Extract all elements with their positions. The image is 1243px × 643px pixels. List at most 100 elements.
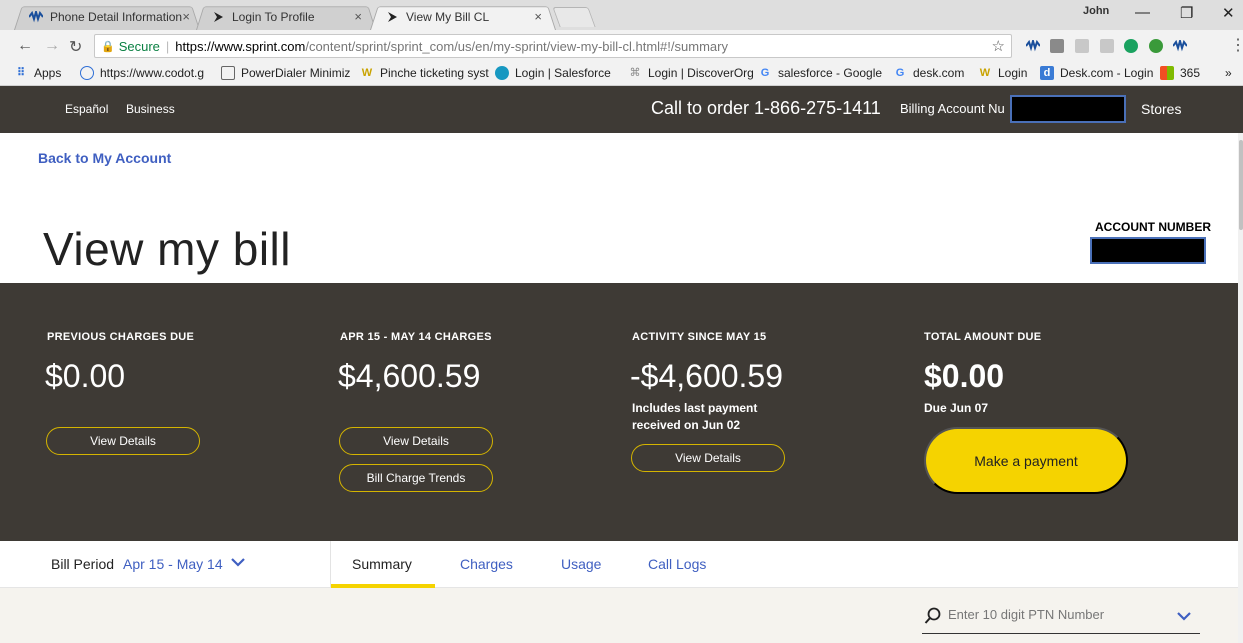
w-logo-icon: W xyxy=(361,67,373,79)
grammarly-icon[interactable] xyxy=(1124,39,1138,53)
account-number-label: ACCOUNT NUMBER xyxy=(1095,220,1211,234)
separator: | xyxy=(165,38,170,54)
globe-icon xyxy=(80,66,94,80)
scrollbar-thumb[interactable] xyxy=(1239,140,1243,230)
previous-view-details-button[interactable]: View Details xyxy=(46,427,200,455)
bookmark-item[interactable]: https://www.codot.g xyxy=(80,66,204,80)
profile-name[interactable]: John xyxy=(1083,5,1109,17)
bookmark-item[interactable]: W Login xyxy=(978,66,1028,80)
tab-title: Login To Profile xyxy=(232,10,315,24)
chevron-down-icon[interactable] xyxy=(230,554,246,570)
tab-usage[interactable]: Usage xyxy=(561,556,601,572)
extension-icon[interactable] xyxy=(1075,39,1089,53)
sprint-logo-icon xyxy=(28,9,44,25)
bookmark-item[interactable]: Gdesk.com xyxy=(893,66,965,80)
bookmark-item[interactable]: ⌘ Login | DiscoverOrg xyxy=(628,66,754,80)
close-tab-icon[interactable]: × xyxy=(534,9,542,24)
forward-arrow-icon[interactable]: → xyxy=(44,37,60,55)
extension-icon[interactable] xyxy=(1100,39,1114,53)
close-window-icon[interactable]: ✕ xyxy=(1222,4,1235,22)
previous-charges-amount: $0.00 xyxy=(45,358,126,394)
office-logo-icon xyxy=(1160,66,1174,80)
stores-link[interactable]: Stores xyxy=(1141,101,1181,117)
back-to-account-link[interactable]: Back to My Account xyxy=(38,150,171,166)
browser-tab[interactable]: Phone Detail Information × xyxy=(14,4,200,30)
salesforce-cloud-icon xyxy=(495,66,509,80)
browser-tab-strip: Phone Detail Information × Login To Prof… xyxy=(0,0,1243,30)
close-tab-icon[interactable]: × xyxy=(182,9,190,24)
bookmark-item[interactable]: 365 xyxy=(1160,66,1200,80)
due-date: Due Jun 07 xyxy=(924,401,989,415)
menu-kebab-icon[interactable]: ⋮ xyxy=(1230,35,1243,55)
new-tab-button[interactable] xyxy=(552,7,596,27)
url-path: /content/sprint/sprint_com/us/en/my-spri… xyxy=(305,38,728,54)
google-icon: G xyxy=(895,67,905,79)
bookmark-item[interactable]: Login | Salesforce xyxy=(495,66,611,80)
google-icon: G xyxy=(760,67,770,79)
bill-summary-band: PREVIOUS CHARGES DUE $0.00 View Details … xyxy=(0,283,1238,541)
close-tab-icon[interactable]: × xyxy=(354,9,362,24)
page-title: View my bill xyxy=(43,223,291,275)
tab-title: View My Bill CL xyxy=(406,10,490,24)
checkmark-extension-icon[interactable] xyxy=(1149,39,1163,53)
bill-subnav: Bill Period Apr 15 - May 14 Summary Char… xyxy=(0,541,1238,588)
bookmark-item[interactable]: PowerDialer Minimiz xyxy=(221,66,350,80)
tab-charges[interactable]: Charges xyxy=(460,556,513,572)
redacted-box xyxy=(1090,237,1206,264)
discoverorg-icon: ⌘ xyxy=(629,67,641,79)
browser-tab-active[interactable]: View My Bill CL × xyxy=(370,4,556,30)
bookmark-item[interactable]: W Pinche ticketing syst xyxy=(360,66,489,80)
sprint-arrow-icon xyxy=(384,9,400,25)
browser-toolbar: ← → ↻ 🔒 Secure | https://www.sprint.com /… xyxy=(0,30,1243,62)
current-charges-amount: $4,600.59 xyxy=(338,358,481,394)
page-icon xyxy=(221,66,235,80)
activity-note-line1: Includes last payment xyxy=(632,401,758,415)
search-icon xyxy=(924,607,941,624)
sprint-arrow-icon xyxy=(210,9,226,25)
previous-charges-label: PREVIOUS CHARGES DUE xyxy=(47,331,195,343)
back-arrow-icon[interactable]: ← xyxy=(17,37,33,55)
current-view-details-button[interactable]: View Details xyxy=(339,427,493,455)
divider xyxy=(330,541,331,588)
activity-note-line2: received on Jun 02 xyxy=(632,418,741,432)
bookmark-apps[interactable]: ⠿ Apps xyxy=(14,66,61,80)
lock-icon: 🔒 xyxy=(101,40,115,53)
address-bar[interactable]: 🔒 Secure | https://www.sprint.com/conten… xyxy=(94,34,1012,58)
reload-icon[interactable]: ↻ xyxy=(69,37,82,57)
minimize-icon[interactable]: — xyxy=(1135,4,1150,21)
bookmark-item[interactable]: Gsalesforce - Google xyxy=(758,66,882,80)
tab-title: Phone Detail Information xyxy=(50,10,183,24)
url-host: https://www.sprint.com xyxy=(175,38,306,54)
tab-summary[interactable]: Summary xyxy=(352,556,412,572)
bill-charge-trends-button[interactable]: Bill Charge Trends xyxy=(339,464,493,492)
filter-bar xyxy=(0,588,1238,643)
bill-period-selector[interactable]: Apr 15 - May 14 xyxy=(123,556,223,572)
bookmarks-bar: ⠿ Apps https://www.codot.g PowerDialer Mi… xyxy=(0,62,1243,86)
ptn-search xyxy=(922,598,1200,634)
w-logo-icon: W xyxy=(979,67,991,79)
total-due-amount: $0.00 xyxy=(924,358,1005,394)
business-link[interactable]: Business xyxy=(126,102,175,116)
language-link[interactable]: Español xyxy=(65,102,108,116)
call-to-order[interactable]: Call to order 1-866-275-1411 xyxy=(651,98,881,119)
activity-label: ACTIVITY SINCE MAY 15 xyxy=(632,331,767,343)
bill-period-label: Bill Period xyxy=(51,556,115,572)
activity-amount: -$4,600.59 xyxy=(630,358,784,394)
sprint-extension-icon[interactable] xyxy=(1172,37,1188,53)
chevron-down-icon[interactable] xyxy=(1176,608,1192,624)
bookmarks-overflow[interactable]: » xyxy=(1225,66,1232,80)
restore-icon[interactable]: ❐ xyxy=(1180,4,1193,22)
ptn-search-input[interactable] xyxy=(948,607,1168,622)
billing-account-label[interactable]: Billing Account Nu xyxy=(900,101,1005,116)
tab-call-logs[interactable]: Call Logs xyxy=(648,556,706,572)
total-due-label: TOTAL AMOUNT DUE xyxy=(924,331,1042,343)
bookmark-item[interactable]: d Desk.com - Login xyxy=(1040,66,1153,80)
bookmark-star-icon[interactable]: ☆ xyxy=(992,37,1005,55)
sprint-extension-icon[interactable] xyxy=(1025,37,1041,53)
make-payment-button[interactable]: Make a payment xyxy=(924,427,1128,494)
apps-grid-icon: ⠿ xyxy=(16,67,26,79)
extension-icon[interactable] xyxy=(1050,39,1064,53)
activity-view-details-button[interactable]: View Details xyxy=(631,444,785,472)
secure-label: Secure xyxy=(118,38,160,54)
browser-tab[interactable]: Login To Profile × xyxy=(196,4,376,30)
